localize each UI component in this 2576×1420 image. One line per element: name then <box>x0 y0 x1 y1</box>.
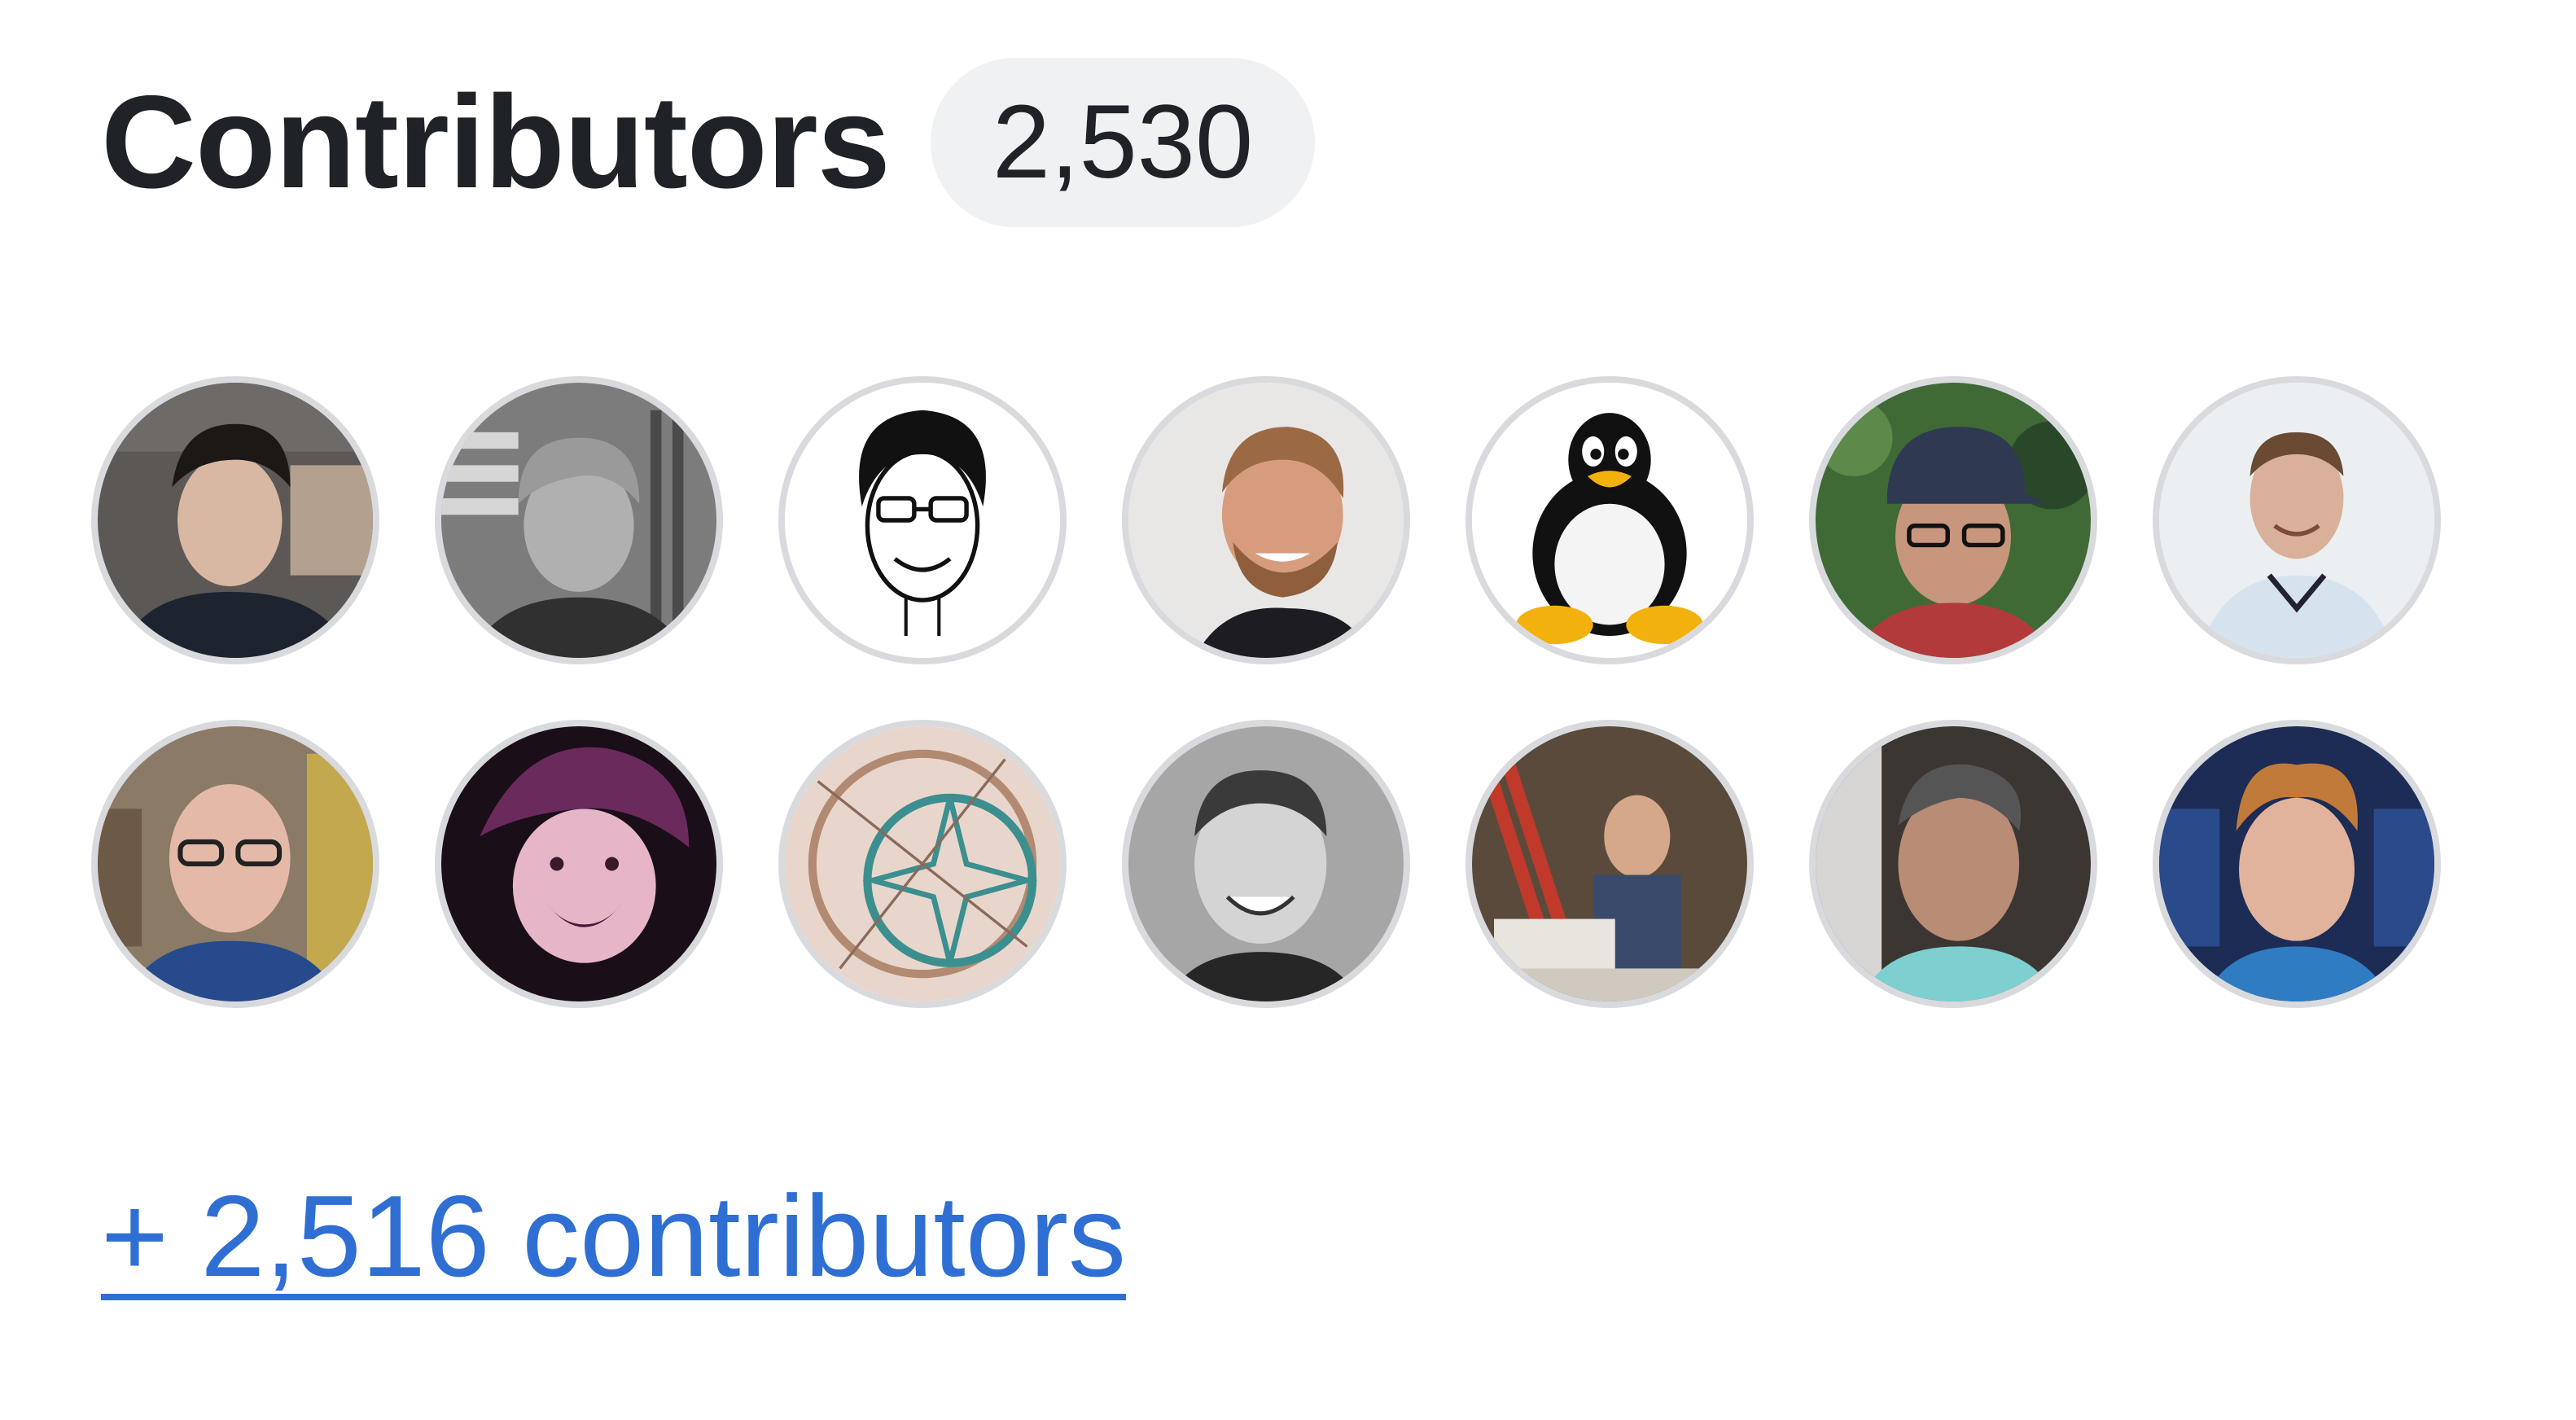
contributor-avatar-5[interactable] <box>1465 376 1754 664</box>
contributor-avatar-3[interactable] <box>778 376 1067 664</box>
contributor-avatar-icon <box>1816 726 2091 1001</box>
child-avatar-icon <box>441 726 716 1001</box>
contributor-avatar-icon <box>2159 726 2434 1001</box>
contributor-avatar-8[interactable] <box>91 720 379 1008</box>
contributor-avatar-13[interactable] <box>1809 720 2097 1008</box>
tux-penguin-icon <box>1472 383 1747 658</box>
more-contributors-link[interactable]: + 2,516 contributors <box>101 1179 1126 1295</box>
contributor-avatar-9[interactable] <box>435 720 723 1008</box>
contributor-avatar-icon <box>1816 383 2091 658</box>
contributor-avatar-1[interactable] <box>91 376 379 664</box>
contributors-count-badge: 2,530 <box>930 58 1316 227</box>
contributor-avatar-2[interactable] <box>435 376 723 664</box>
contributor-avatar-14[interactable] <box>2153 720 2441 1008</box>
contributors-avatar-grid <box>91 376 2441 1008</box>
contributor-avatar-icon <box>98 726 373 1001</box>
contributor-avatar-icon <box>441 383 716 658</box>
contributor-avatar-4[interactable] <box>1122 376 1410 664</box>
contributor-avatar-icon <box>1472 726 1747 1001</box>
contributor-avatar-icon <box>1128 726 1404 1001</box>
cartoon-face-avatar-icon <box>785 383 1060 658</box>
contributor-avatar-10[interactable] <box>778 720 1067 1008</box>
contributor-avatar-12[interactable] <box>1465 720 1754 1008</box>
dreamcatcher-avatar-icon <box>785 726 1060 1001</box>
contributor-avatar-11[interactable] <box>1122 720 1410 1008</box>
contributor-avatar-6[interactable] <box>1809 376 2097 664</box>
contributors-header: Contributors 2,530 <box>101 57 1316 228</box>
section-title: Contributors <box>101 68 891 216</box>
contributor-avatar-icon <box>2159 383 2434 658</box>
contributor-avatar-icon <box>1128 383 1404 658</box>
contributor-avatar-7[interactable] <box>2153 376 2441 664</box>
contributor-avatar-icon <box>98 383 373 658</box>
